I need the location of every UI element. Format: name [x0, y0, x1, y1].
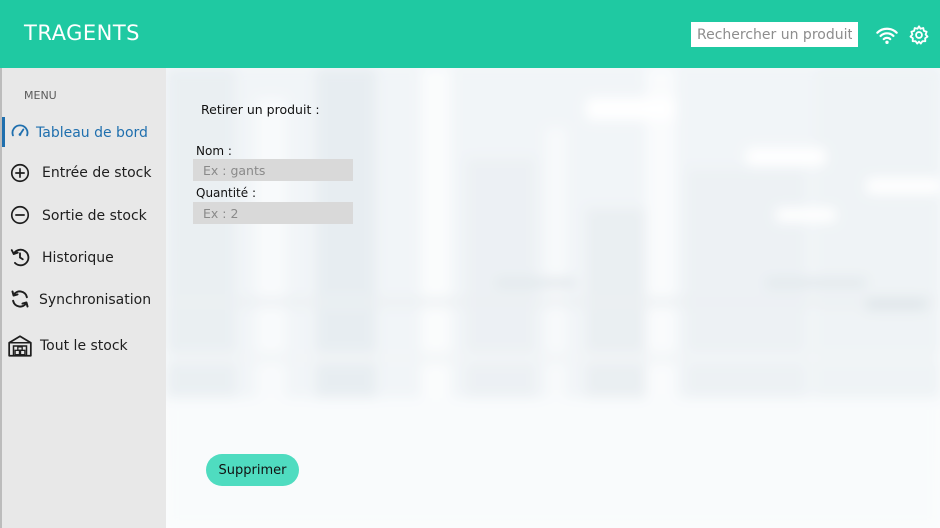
history-icon [10, 248, 30, 267]
form-title: Retirer un produit : [201, 102, 320, 117]
gear-icon[interactable] [908, 24, 930, 46]
quantity-label: Quantité : [196, 186, 256, 200]
quantity-input[interactable] [193, 202, 353, 224]
sidebar-item-label: Tableau de bord [36, 125, 148, 141]
sidebar-item-label: Entrée de stock [42, 165, 152, 181]
warehouse-icon [8, 335, 32, 357]
minus-circle-icon [10, 205, 30, 225]
sidebar-item-label: Sortie de stock [42, 208, 147, 224]
sidebar-item-entree-de-stock[interactable]: Entrée de stock [2, 157, 166, 189]
sidebar-item-label: Historique [42, 250, 114, 266]
name-label: Nom : [196, 144, 232, 158]
wifi-icon[interactable] [876, 24, 898, 46]
delete-button[interactable]: Supprimer [206, 454, 299, 486]
sync-icon [11, 290, 29, 308]
sidebar-item-historique[interactable]: Historique [2, 242, 166, 274]
sidebar-item-tableau-de-bord[interactable]: Tableau de bord [2, 117, 166, 149]
sidebar-item-label: Synchronisation [39, 292, 152, 308]
search-input[interactable] [691, 22, 858, 47]
menu-label: MENU [24, 89, 57, 102]
top-bar: TRAGENTS [0, 0, 940, 68]
sidebar: MENU Tableau de bord Entrée de stock Sor… [0, 68, 166, 528]
product-name-input[interactable] [193, 159, 353, 181]
app-title: TRAGENTS [24, 21, 140, 45]
main-content: Retirer un produit : Nom : Quantité : Su… [166, 68, 940, 528]
sidebar-item-label: Tout le stock [40, 338, 128, 354]
sidebar-item-synchronisation[interactable]: Synchronisation [2, 284, 166, 316]
speedometer-icon [11, 124, 29, 137]
sidebar-item-sortie-de-stock[interactable]: Sortie de stock [2, 200, 166, 232]
sidebar-item-tout-le-stock[interactable]: Tout le stock [2, 330, 166, 362]
plus-circle-icon [10, 163, 30, 183]
